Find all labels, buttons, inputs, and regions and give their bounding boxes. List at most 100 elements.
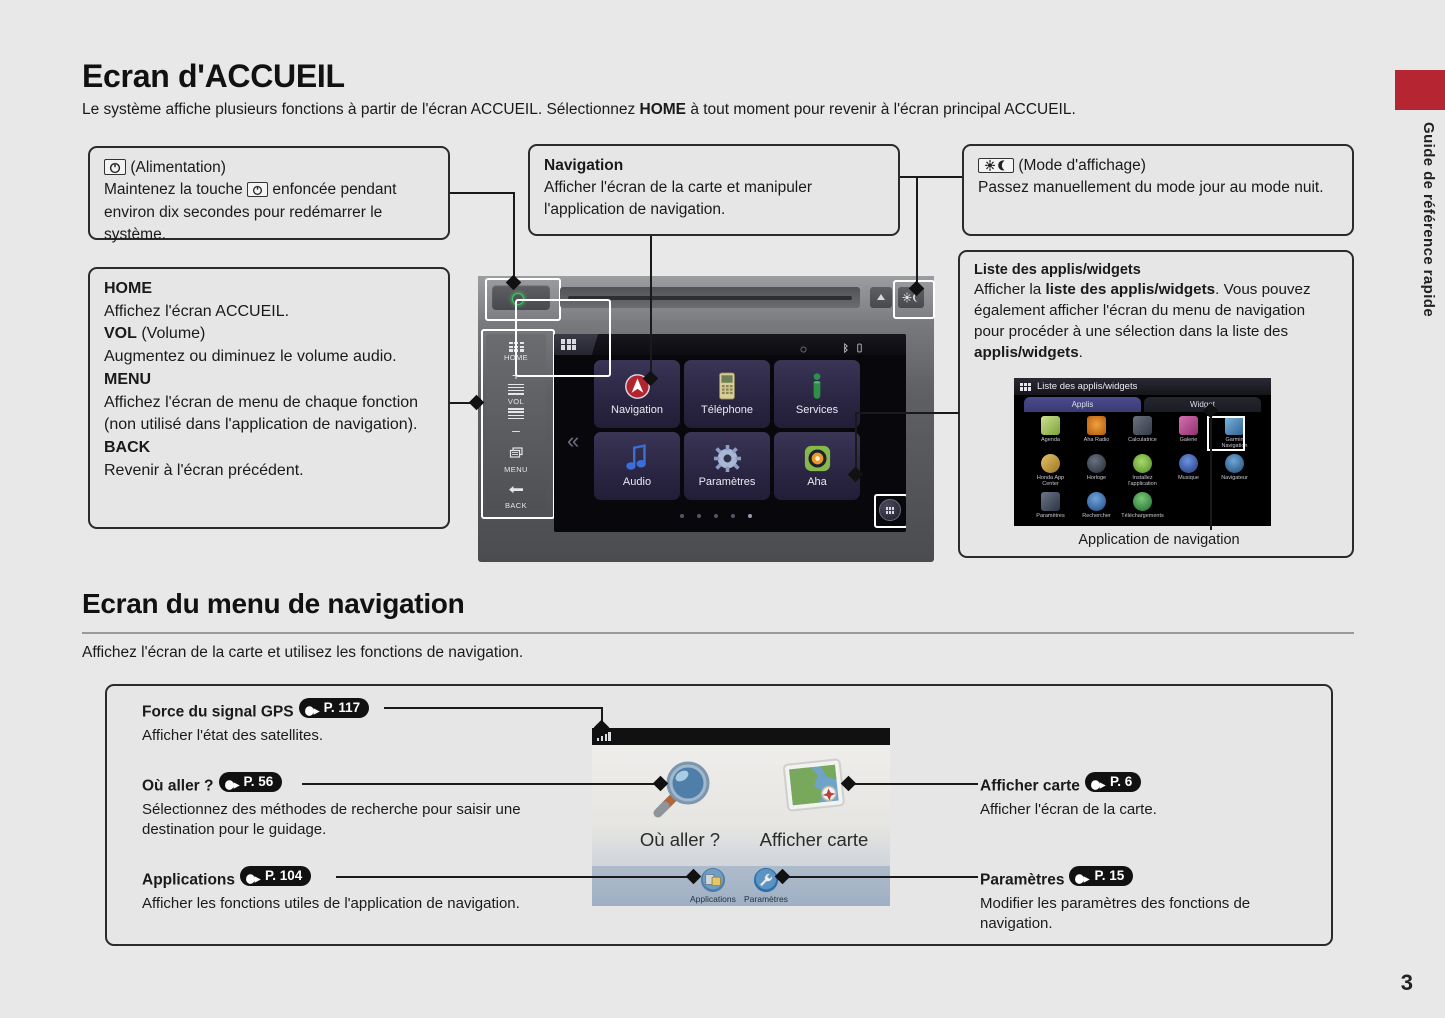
callout-where-to-title: Où aller ? [142,777,214,795]
page-dot[interactable] [714,514,718,518]
callout-gps-title-row: Force du signal GPS P. 117 [142,698,542,724]
garmin-bottom-bar [592,866,890,906]
power-icon-inline [247,182,269,198]
page-ref-label: P. 15 [1094,868,1125,883]
eject-icon [877,294,885,300]
page-ref-gps[interactable]: P. 117 [298,698,370,719]
leader-apps-h [855,412,959,414]
section-color-tab-fill [1395,70,1445,110]
app-navigateur[interactable]: Navigateur [1214,454,1255,488]
install-app-icon [1133,454,1152,473]
app-horloge[interactable]: Horloge [1076,454,1117,488]
app-tile-audio[interactable]: Audio [594,432,680,500]
app-tile-services[interactable]: Services [774,360,860,428]
browser-icon [1225,454,1244,473]
calculator-icon [1133,416,1152,435]
app-parametres[interactable]: Paramètres [1030,492,1071,519]
leader-applications-h [336,876,694,878]
callout-settings: Paramètres P. 15 Modifier les paramètres … [980,866,1310,934]
app-label: Calculatrice [1128,437,1157,443]
callout-display-mode-title: (Mode d'affichage) [1018,157,1146,174]
callout-back-desc: Revenir à l'écran précédent. [104,461,304,479]
app-agenda[interactable]: Agenda [1030,416,1071,450]
app-aha-radio[interactable]: Aha Radio [1076,416,1117,450]
callout-power-title: (Alimentation) [130,159,226,176]
aw-desc-bold-2: applis/widgets [974,343,1079,361]
callout-power: (Alimentation) Maintenez la touche enfon… [88,146,450,243]
page-ref-view-map[interactable]: P. 6 [1084,772,1142,793]
arrow-icon [304,703,321,716]
app-rechercher[interactable]: Rechercher [1076,492,1117,519]
app-telechargements[interactable]: Téléchargements [1121,492,1164,519]
previous-page-chevron-icon[interactable]: « [567,430,579,452]
callout-settings-title-row: Paramètres P. 15 [980,866,1310,892]
callout-gps-signal: Force du signal GPS P. 117 Afficher l'éta… [142,698,542,746]
garmin-view-map-button[interactable]: Afficher carte [752,756,876,851]
page-dot[interactable] [731,514,735,518]
app-musique[interactable]: Musique [1168,454,1209,488]
aha-icon [804,445,830,471]
page-title-nav-menu: Ecran du menu de navigation [82,588,465,619]
garmin-nav-menu-screenshot: Où aller ? Afficher carte Applications P… [592,728,890,906]
clock-icon [1087,454,1106,473]
app-tile-label: Aha [807,475,827,488]
page-ref-settings[interactable]: P. 15 [1069,866,1134,887]
app-galerie[interactable]: Galerie [1168,416,1209,450]
app-label: Galerie [1179,437,1198,443]
apps-widgets-titlebar: Liste des applis/widgets [1014,378,1271,395]
page-dot[interactable] [697,514,701,518]
app-calculatrice[interactable]: Calculatrice [1122,416,1163,450]
navigation-tile-highlight [515,299,611,377]
page-ref-applications[interactable]: P. 104 [240,866,312,887]
callout-navigation-title: Navigation [544,157,624,174]
leader-gps-h [384,707,602,709]
arrow-icon [224,777,241,790]
arrow-icon [245,871,262,884]
page-dot[interactable] [680,514,684,518]
agenda-icon [1041,416,1060,435]
callout-menu-desc: Affichez l'écran de menu de chaque fonct… [104,393,419,434]
app-tile-label: Services [795,404,839,416]
callout-side-keys: HOME Affichez l'écran ACCUEIL. VOL (Volu… [88,267,450,529]
apps-row-2: Honda App Center Horloge Installez l'app… [1030,454,1258,488]
manual-page: Guide de référence rapide 3 Ecran d'ACCU… [0,0,1445,1018]
section-color-tab [1395,70,1445,110]
page-ref-where-to[interactable]: P. 56 [218,772,283,793]
app-tile-aha[interactable]: Aha [774,432,860,500]
callout-settings-desc: Modifier les paramètres des fonctions de… [980,894,1251,932]
callout-home-title: HOME [104,280,152,297]
app-tile-telephone[interactable]: Téléphone [684,360,770,428]
garmin-app-highlight [1207,416,1245,451]
app-tile-label: Audio [622,476,652,488]
callout-gps-title: Force du signal GPS [142,703,294,721]
page-ref-label: P. 6 [1109,774,1133,789]
aw-desc-1: Afficher la [974,281,1046,298]
callout-power-line-2: environ dix secondes pour redémarrer le … [104,203,383,244]
aha-radio-icon [1087,416,1106,435]
app-honda-app-center[interactable]: Honda App Center [1030,454,1071,488]
callout-applications-desc: Afficher les fonctions utiles de l'appli… [142,894,520,912]
gear-icon [713,444,741,472]
callout-vol-title-row: VOL (Volume) [104,323,434,346]
magnifier-icon [653,761,710,818]
intro-home-keyword: HOME [639,101,687,118]
applications-icon [700,867,725,893]
page-number: 3 [1400,970,1413,995]
page-dot-active[interactable] [748,514,752,518]
leader-display-v [916,176,918,288]
tab-applis[interactable]: Applis [1024,397,1141,412]
app-label: Honda App Center [1036,475,1065,488]
apps-widgets-list-screenshot: Liste des applis/widgets Applis Widget A… [1014,378,1271,526]
music-icon [1179,454,1198,473]
aw-desc-bold-1: liste des applis/widgets [1045,281,1216,298]
app-tile-parametres[interactable]: Paramètres [684,432,770,500]
garmin-where-to-label: Où aller ? [639,829,721,850]
app-installez-application[interactable]: Installez l'application [1122,454,1163,488]
leader-where-to-h [302,783,662,785]
app-label: Navigateur [1221,475,1248,481]
downloads-icon [1133,492,1152,511]
all-apps-highlight [874,494,906,528]
app-label: Installez l'application [1128,475,1157,488]
garmin-where-to-button[interactable]: Où aller ? [622,756,738,851]
garmin-status-bar [592,728,890,745]
